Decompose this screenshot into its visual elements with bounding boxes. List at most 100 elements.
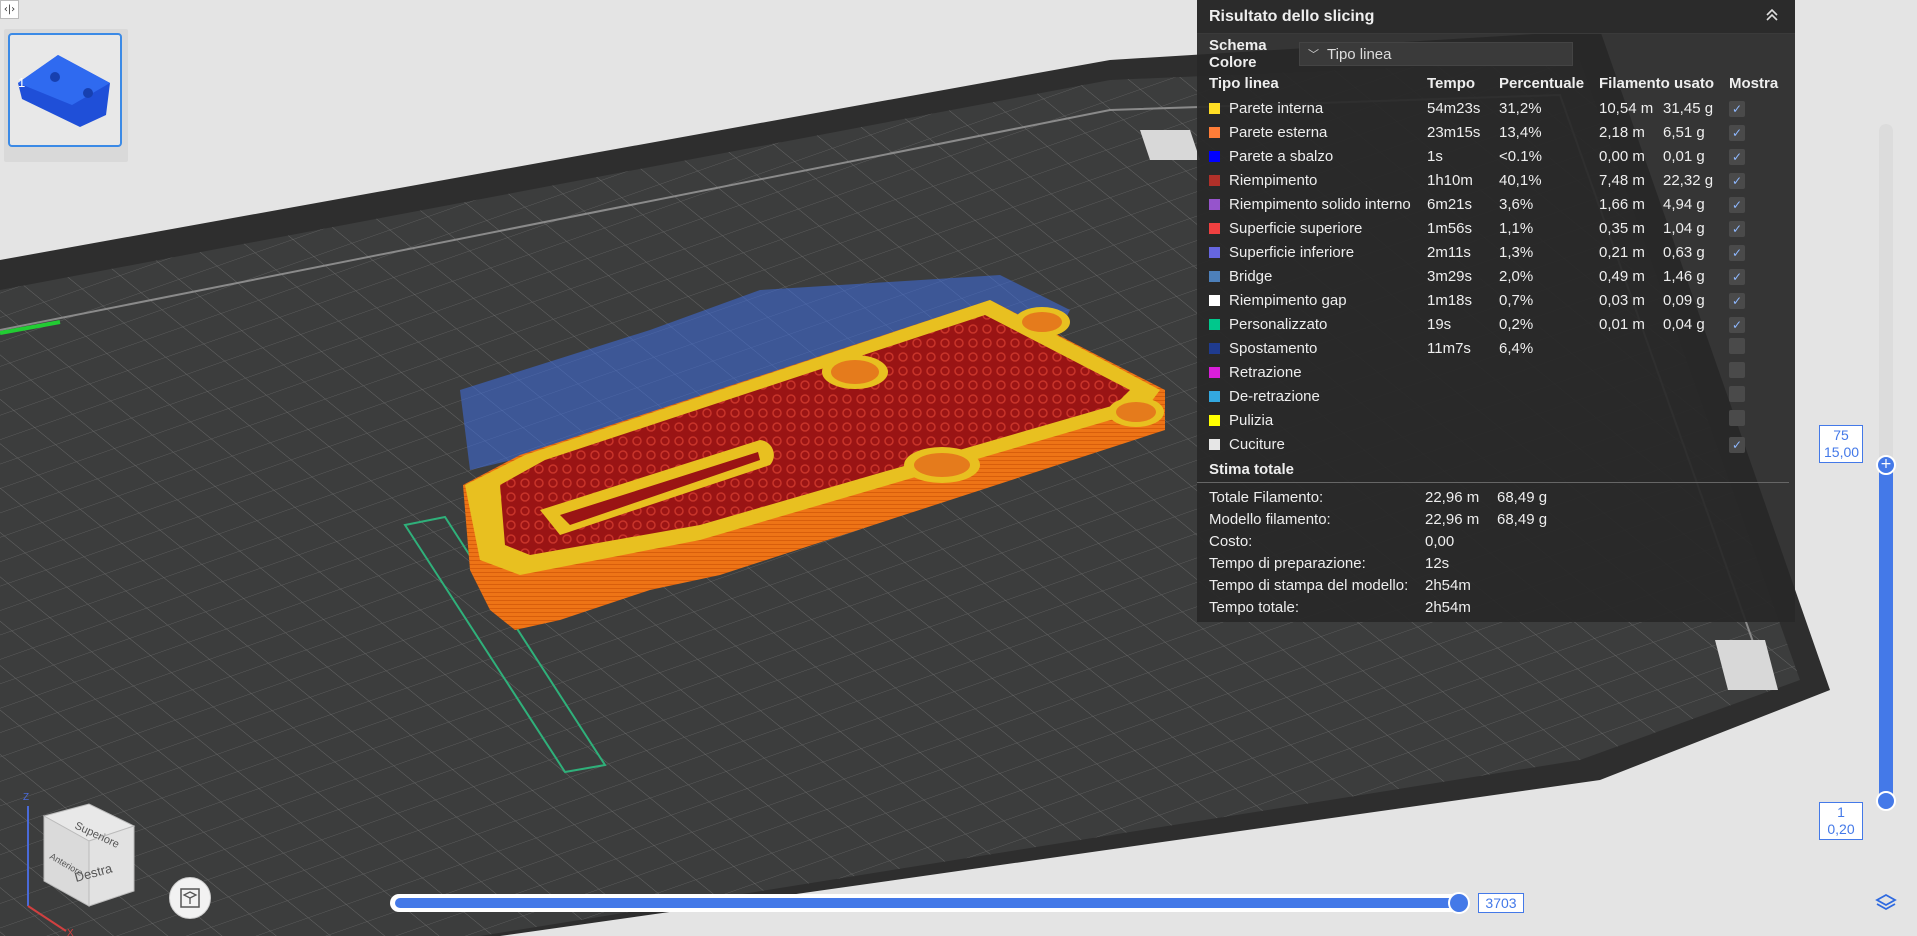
layer-bottom-handle[interactable] (1876, 791, 1896, 811)
color-swatch (1209, 390, 1220, 402)
cube-view-icon (180, 888, 200, 908)
col-header-time: Tempo (1427, 74, 1476, 92)
show-cell (1729, 384, 1789, 408)
layer-top-handle[interactable]: + (1876, 455, 1896, 475)
plate-thumbnail[interactable] (8, 33, 122, 147)
line-type-name: Retrazione (1229, 363, 1302, 381)
layer-bottom-label: 1 0,20 (1819, 802, 1863, 840)
length-cell (1599, 336, 1663, 360)
move-slider-handle[interactable] (1448, 892, 1470, 914)
weight-cell: 6,51 g (1663, 123, 1705, 141)
length-cell: 0,00 m (1599, 147, 1645, 165)
line-type-cell: Parete interna (1209, 96, 1427, 120)
length-cell: 0,49 m (1599, 267, 1645, 285)
show-cell: ✓ (1729, 216, 1789, 240)
line-type-row: Cuciture ✓ (1209, 432, 1789, 456)
show-checkbox[interactable]: ✓ (1729, 220, 1745, 237)
color-swatch (1209, 150, 1220, 162)
navigation-cube[interactable]: Superiore Anteriore Destra Z X (14, 786, 144, 936)
chevron-down-icon: ﹀ (1308, 49, 1319, 61)
time-cell: 1h10m (1427, 171, 1473, 189)
line-type-row: Pulizia (1209, 408, 1789, 432)
show-checkbox[interactable]: ✓ (1729, 436, 1745, 453)
layer-top-label: 75 15,00 (1819, 425, 1863, 463)
time-cell (1427, 360, 1499, 384)
time-cell: 23m15s (1427, 123, 1481, 141)
layer-top-number: 75 (1833, 427, 1849, 443)
percent-cell: 1,1% (1499, 219, 1534, 237)
line-type-cell: Superficie inferiore (1209, 240, 1427, 264)
weight-cell (1663, 432, 1729, 456)
layers-icon[interactable] (1874, 891, 1898, 915)
chevrons-up-icon[interactable] (1761, 8, 1783, 25)
line-type-name: Pulizia (1229, 411, 1274, 429)
show-checkbox[interactable] (1729, 338, 1745, 354)
length-cell: 0,03 m (1599, 291, 1645, 309)
show-checkbox[interactable]: ✓ (1729, 172, 1745, 189)
show-cell: ✓ (1729, 288, 1789, 312)
weight-cell (1663, 336, 1729, 360)
total-label: Costo: (1209, 533, 1253, 550)
time-cell: 1m18s (1427, 291, 1473, 309)
line-type-cell: Riempimento solido interno (1209, 192, 1427, 216)
total-row: Modello filamento: 22,96 m 68,49 g (1197, 509, 1795, 531)
percent-cell: 0,2% (1499, 315, 1534, 333)
length-cell: 0,01 m (1599, 315, 1645, 333)
length-cell (1599, 384, 1663, 408)
plate-thumbnail-panel: 1 (4, 29, 128, 162)
length-cell (1599, 408, 1663, 432)
total-value-1: 0,00 (1425, 533, 1455, 550)
show-checkbox[interactable]: ✓ (1729, 100, 1745, 117)
color-scheme-dropdown[interactable]: ﹀ Tipo linea (1299, 42, 1573, 66)
show-cell: ✓ (1729, 120, 1789, 144)
line-type-cell: De-retrazione (1209, 384, 1427, 408)
plate-thumbnail-model (18, 55, 110, 127)
color-swatch (1209, 222, 1220, 234)
color-swatch (1209, 174, 1220, 186)
sidebar-toggle-button[interactable]: ‹|› (0, 0, 19, 19)
weight-cell: 0,01 g (1663, 147, 1705, 165)
line-type-name: Parete esterna (1229, 123, 1328, 141)
weight-cell: 1,46 g (1663, 267, 1705, 285)
percent-cell: 1,3% (1499, 243, 1534, 261)
line-type-cell: Parete esterna (1209, 120, 1427, 144)
total-row: Tempo di stampa del modello: 2h54m (1197, 575, 1795, 597)
show-checkbox[interactable]: ✓ (1729, 244, 1745, 261)
line-type-cell: Spostamento (1209, 336, 1427, 360)
show-cell: ✓ (1729, 240, 1789, 264)
show-checkbox[interactable]: ✓ (1729, 268, 1745, 285)
move-slider-fill (395, 898, 1459, 908)
color-swatch (1209, 102, 1220, 114)
color-swatch (1209, 438, 1220, 450)
layer-bottom-height: 0,20 (1827, 821, 1855, 837)
weight-cell (1663, 384, 1729, 408)
show-checkbox[interactable] (1729, 386, 1745, 402)
show-checkbox[interactable]: ✓ (1729, 196, 1745, 213)
weight-cell: 1,04 g (1663, 219, 1705, 237)
view-reset-button[interactable] (169, 877, 211, 919)
show-checkbox[interactable]: ✓ (1729, 148, 1745, 165)
line-type-cell: Riempimento gap (1209, 288, 1427, 312)
percent-cell: 31,2% (1499, 99, 1542, 117)
percent-cell: 6,4% (1499, 339, 1534, 357)
show-cell: ✓ (1729, 96, 1789, 120)
total-value-2: 68,49 g (1497, 511, 1548, 528)
percent-cell: 13,4% (1499, 123, 1542, 141)
line-type-name: Riempimento solido interno (1229, 195, 1411, 213)
line-type-row: Bridge 3m29s 2,0% 0,49 m 1,46 g ✓ (1209, 264, 1789, 288)
weight-cell (1663, 360, 1729, 384)
show-checkbox[interactable]: ✓ (1729, 124, 1745, 141)
line-type-name: De-retrazione (1229, 387, 1320, 405)
show-checkbox[interactable]: ✓ (1729, 292, 1745, 309)
total-label: Modello filamento: (1209, 511, 1331, 528)
total-value-1: 2h54m (1425, 577, 1471, 594)
show-checkbox[interactable] (1729, 410, 1745, 426)
line-type-row: Retrazione (1209, 360, 1789, 384)
move-slider-value: 3703 (1478, 893, 1524, 913)
show-checkbox[interactable]: ✓ (1729, 316, 1745, 333)
line-type-name: Bridge (1229, 267, 1273, 285)
line-type-cell: Pulizia (1209, 408, 1427, 432)
show-checkbox[interactable] (1729, 362, 1745, 378)
line-type-name: Riempimento gap (1229, 291, 1347, 309)
color-swatch (1209, 366, 1220, 378)
